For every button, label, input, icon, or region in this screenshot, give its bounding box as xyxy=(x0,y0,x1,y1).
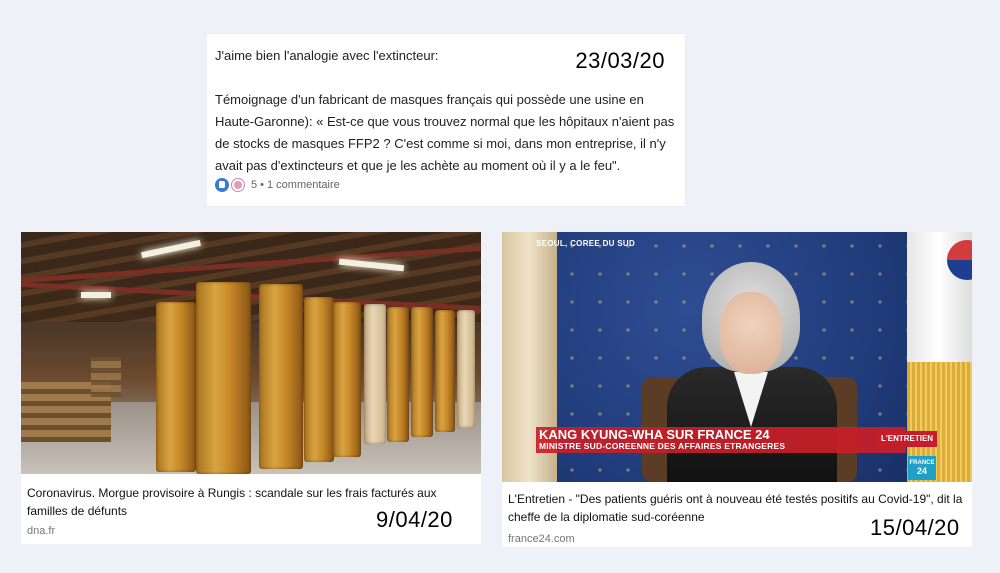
post-intro: J'aime bien l'analogie avec l'extincteur… xyxy=(215,48,439,63)
warehouse-coffins-photo xyxy=(21,232,481,474)
post-date: 23/03/20 xyxy=(575,48,665,73)
tv-interview-photo: SEOUL, COREE DU SUD KANG KYUNG-WHA SUR F… xyxy=(502,232,972,482)
reactions-bar[interactable]: 5 • 1 commentaire xyxy=(215,178,340,192)
location-label: SEOUL, COREE DU SUD xyxy=(536,239,636,248)
separator: • xyxy=(260,179,264,191)
like-icon xyxy=(215,178,229,192)
article-date: 15/04/20 xyxy=(870,515,960,540)
support-icon xyxy=(231,178,245,192)
comment-post: J'aime bien l'analogie avec l'extincteur… xyxy=(207,34,685,206)
article-source: france24.com xyxy=(508,533,575,545)
guest-role: MINISTRE SUD-COREENNE DES AFFAIRES ETRAN… xyxy=(539,441,786,451)
reaction-count[interactable]: 5 xyxy=(251,179,257,191)
guest-name: KANG KYUNG-WHA SUR FRANCE 24 xyxy=(539,427,770,442)
post-body: Témoignage d'un fabricant de masques fra… xyxy=(215,92,675,173)
show-tag: L'ENTRETIEN xyxy=(877,431,937,447)
lower-third-banner: KANG KYUNG-WHA SUR FRANCE 24 MINISTRE SU… xyxy=(536,427,906,453)
comments-link[interactable]: 1 commentaire xyxy=(267,179,340,191)
france24-logo: FRANCE 24 xyxy=(908,456,936,480)
logo-line2: 24 xyxy=(916,466,927,476)
article-card-rungis[interactable]: Coronavirus. Morgue provisoire à Rungis … xyxy=(21,232,481,544)
article-card-france24[interactable]: SEOUL, COREE DU SUD KANG KYUNG-WHA SUR F… xyxy=(502,232,972,547)
article-source: dna.fr xyxy=(27,525,56,537)
article-date: 9/04/20 xyxy=(376,507,453,532)
